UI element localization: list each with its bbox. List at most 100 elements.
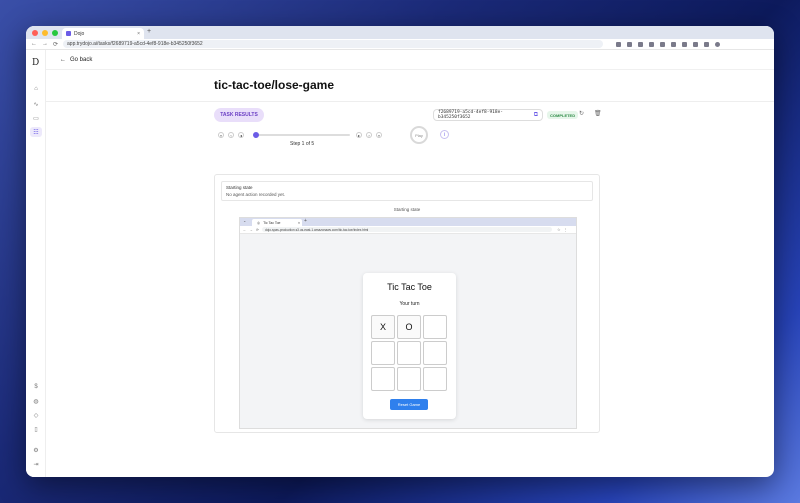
progress-knob[interactable] — [253, 132, 259, 138]
game-title: Tic Tac Toe — [387, 282, 432, 292]
go-back-link[interactable]: ← Go back — [46, 50, 774, 70]
go-back-label: Go back — [70, 56, 93, 63]
screenshot-label: Starting state — [393, 207, 421, 212]
minimize-window-button[interactable] — [42, 30, 48, 36]
inner-address-bar: dojo-spas-production.s3.us-east-1.amazon… — [261, 227, 552, 232]
board-cell — [397, 341, 421, 365]
app-area: D ⌂ ∿ ▭ ☷ $ ◍ ◇ ▯ ⚙ ⇥ ← Go back tic-tac-… — [26, 50, 774, 477]
extension-icon[interactable] — [693, 41, 699, 47]
inner-tab-close-icon: × — [297, 220, 300, 225]
link-icon[interactable]: ∿ — [30, 99, 42, 109]
page-title: tic-tac-toe/lose-game — [214, 78, 335, 92]
tab-title: Dojo — [74, 30, 85, 37]
board-cell — [397, 367, 421, 391]
task-id-box: f2689719-a5cd-4ef8-918e-b345250f3652 ⧉ — [433, 109, 543, 121]
trash-icon[interactable]: 🗑 — [594, 110, 602, 117]
inner-tab: ◎ Tic Tac Toe × — [252, 219, 302, 226]
step-back-icon[interactable]: ◂ — [238, 132, 244, 138]
browser-tab[interactable]: Dojo × — [62, 28, 144, 39]
main-content: ← Go back tic-tac-toe/lose-game TASK RES… — [46, 50, 774, 477]
url-text: app.trydojo.ai/tasks/f2689719-a5cd-4ef8-… — [67, 41, 203, 47]
inner-reload-icon: ⟳ — [256, 227, 259, 232]
extension-icons — [616, 41, 721, 47]
extension-icon[interactable] — [671, 41, 677, 47]
game-card: Tic Tac Toe Your turn X O Reset Game — [363, 273, 456, 419]
reset-game-button: Reset Game — [390, 399, 428, 410]
game-board: X O — [371, 315, 447, 391]
refresh-icon[interactable]: ↻ — [579, 110, 584, 117]
forward-icon[interactable]: → — [42, 41, 48, 47]
profile-avatar[interactable] — [715, 41, 721, 47]
gear-icon[interactable]: ⚙ — [30, 445, 42, 455]
step-label: Step 1 of 5 — [290, 141, 315, 147]
extension-icon[interactable] — [649, 41, 655, 47]
address-bar[interactable]: app.trydojo.ai/tasks/f2689719-a5cd-4ef8-… — [63, 40, 604, 48]
skip-first-icon[interactable]: « — [218, 132, 224, 138]
board-cell — [371, 367, 395, 391]
status-badge: COMPLETED — [547, 111, 579, 119]
tab-search-icon: ⌄ — [243, 218, 247, 223]
skip-forward-icon[interactable]: › — [366, 132, 372, 138]
reload-icon[interactable]: ⟳ — [53, 41, 58, 48]
state-subtext: No agent action recorded yet. — [226, 192, 286, 197]
close-window-button[interactable] — [32, 30, 38, 36]
board-cell: O — [397, 315, 421, 339]
inner-address-toolbar: ← → ⟳ dojo-spas-production.s3.us-east-1.… — [240, 226, 576, 234]
new-tab-button[interactable]: + — [147, 28, 151, 35]
progress-track[interactable] — [254, 134, 350, 136]
arrow-left-icon: ← — [60, 56, 66, 63]
logout-icon[interactable]: ⇥ — [30, 459, 42, 469]
inner-tab-strip: ⌄ ◎ Tic Tac Toe × + — [240, 218, 576, 226]
extension-icon[interactable] — [704, 41, 710, 47]
tab-strip: Dojo × + — [26, 26, 774, 39]
screenshot-browser: ⌄ ◎ Tic Tac Toe × + ← → ⟳ dojo-spas-prod… — [239, 217, 577, 429]
dojo-favicon-icon — [66, 31, 71, 36]
extension-icon[interactable] — [627, 41, 633, 47]
task-results-tab[interactable]: TASK RESULTS — [214, 108, 264, 122]
inner-forward-icon: → — [249, 227, 254, 232]
inner-url-text: dojo-spas-production.s3.us-east-1.amazon… — [264, 227, 369, 232]
copy-icon[interactable]: ⧉ — [534, 111, 538, 119]
dojo-logo[interactable]: D — [32, 58, 39, 68]
replay-player: « ‹ ◂ ▸ › » Step 1 of 5 Play i — [218, 126, 578, 158]
back-icon[interactable]: ← — [31, 41, 37, 47]
board-cell — [423, 341, 447, 365]
maximize-window-button[interactable] — [52, 30, 58, 36]
skip-last-icon[interactable]: » — [376, 132, 382, 138]
browser-window: Dojo × + ← → ⟳ app.trydojo.ai/tasks/f268… — [26, 26, 774, 477]
billing-icon[interactable]: $ — [30, 382, 42, 392]
inner-new-tab-icon: + — [304, 218, 307, 224]
board-cell: X — [371, 315, 395, 339]
home-icon[interactable]: ⌂ — [30, 84, 42, 94]
inner-tab-title: Tic Tac Toe — [263, 220, 281, 225]
task-id-text: f2689719-a5cd-4ef8-918e-b345250f3652 — [438, 110, 504, 120]
shield-icon[interactable]: ◇ — [30, 410, 42, 420]
document-icon[interactable]: ▯ — [30, 424, 42, 434]
step-forward-icon[interactable]: ▸ — [356, 132, 362, 138]
game-status: Your turn — [399, 301, 420, 307]
info-icon[interactable]: i — [440, 130, 449, 139]
board-cell — [371, 341, 395, 365]
inbox-icon[interactable]: ▭ — [30, 113, 42, 123]
step-panel: Starting state No agent action recorded … — [214, 174, 600, 433]
skip-back-icon[interactable]: ‹ — [228, 132, 234, 138]
state-box: Starting state No agent action recorded … — [221, 181, 593, 201]
extension-icon[interactable] — [616, 41, 622, 47]
board-cell — [423, 315, 447, 339]
inner-back-icon: ← — [243, 227, 247, 232]
tab-close-icon[interactable]: × — [137, 31, 140, 37]
extension-icon[interactable] — [638, 41, 644, 47]
extension-icon[interactable] — [682, 41, 688, 47]
address-toolbar: ← → ⟳ app.trydojo.ai/tasks/f2689719-a5cd… — [26, 39, 774, 50]
globe-icon: ◎ — [257, 220, 261, 225]
database-icon[interactable]: ◍ — [30, 396, 42, 406]
sidebar: D ⌂ ∿ ▭ ☷ $ ◍ ◇ ▯ ⚙ ⇥ — [26, 50, 46, 477]
bookmark-star-icon: ☆ — [556, 227, 561, 232]
tasks-icon[interactable]: ☷ — [30, 127, 42, 137]
window-controls — [32, 30, 58, 36]
state-heading: Starting state — [226, 185, 253, 190]
play-button[interactable]: Play — [410, 126, 428, 144]
board-cell — [423, 367, 447, 391]
extension-icon[interactable] — [660, 41, 666, 47]
divider — [46, 101, 774, 102]
